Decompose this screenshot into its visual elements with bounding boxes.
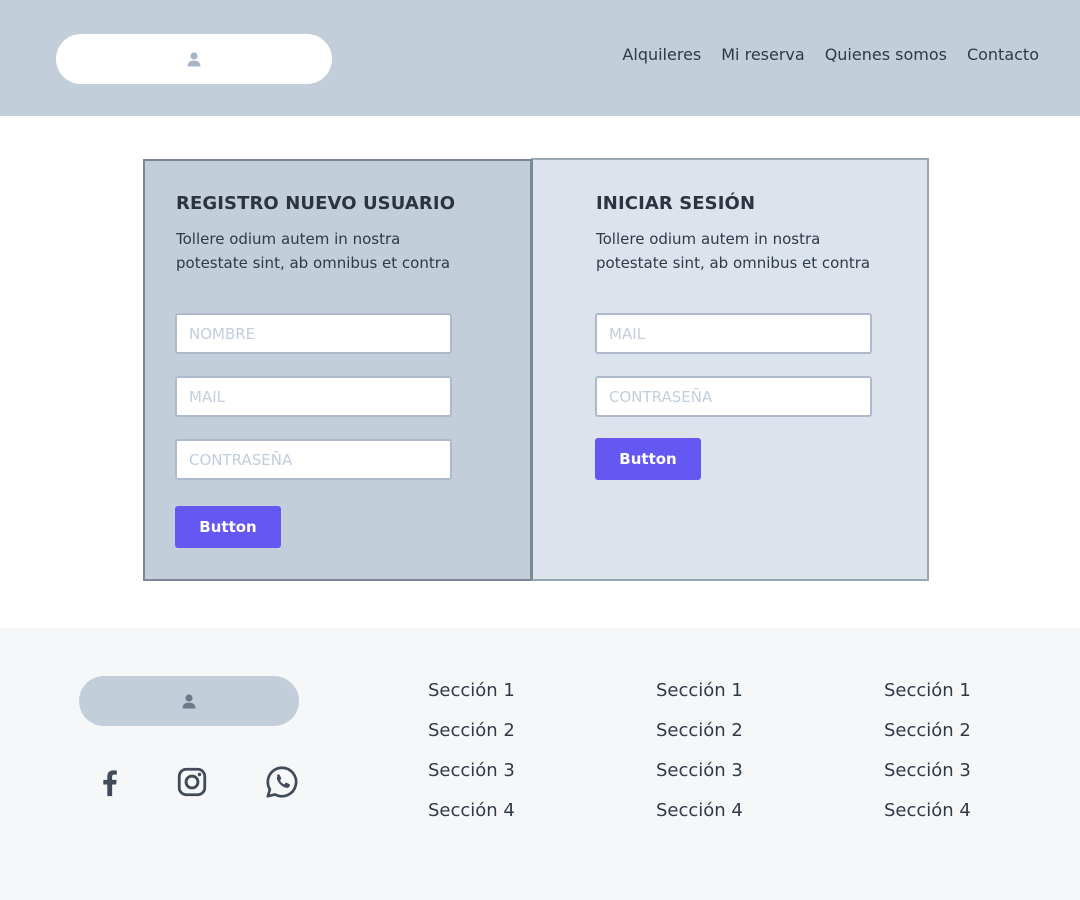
nav-quienes-somos[interactable]: Quienes somos	[825, 44, 947, 66]
footer-link[interactable]: Sección 1	[884, 678, 971, 704]
user-icon	[187, 52, 201, 67]
login-password-input[interactable]	[595, 376, 872, 417]
register-title: REGISTRO NUEVO USUARIO	[176, 193, 456, 214]
login-button[interactable]: Button	[595, 438, 701, 480]
instagram-icon	[177, 767, 207, 797]
footer-column-3: Sección 1 Sección 2 Sección 3 Sección 4	[884, 678, 971, 824]
whatsapp-link[interactable]	[264, 764, 300, 800]
facebook-icon	[103, 770, 117, 797]
footer-link[interactable]: Sección 3	[656, 758, 743, 784]
footer-column-1: Sección 1 Sección 2 Sección 3 Sección 4	[428, 678, 515, 824]
register-password-input[interactable]	[175, 439, 452, 480]
whatsapp-icon	[266, 766, 298, 798]
register-button[interactable]: Button	[175, 506, 281, 548]
register-description: Tollere odium autem in nostra potestate …	[176, 230, 451, 272]
footer-link[interactable]: Sección 3	[428, 758, 515, 784]
header: Alquileres Mi reserva Quienes somos Cont…	[0, 0, 1080, 116]
main-nav: Alquileres Mi reserva Quienes somos Cont…	[622, 44, 1039, 66]
footer-link[interactable]: Sección 2	[884, 718, 971, 744]
footer-link[interactable]: Sección 1	[428, 678, 515, 704]
footer-column-2: Sección 1 Sección 2 Sección 3 Sección 4	[656, 678, 743, 824]
footer-link[interactable]: Sección 1	[656, 678, 743, 704]
footer-link[interactable]: Sección 4	[884, 798, 971, 824]
instagram-link[interactable]	[174, 764, 210, 800]
footer: Sección 1 Sección 2 Sección 3 Sección 4 …	[0, 628, 1080, 900]
nav-mi-reserva[interactable]: Mi reserva	[721, 44, 804, 66]
register-name-input[interactable]	[175, 313, 452, 354]
footer-link[interactable]: Sección 2	[656, 718, 743, 744]
register-mail-input[interactable]	[175, 376, 452, 417]
login-panel: INICIAR SESIÓN Tollere odium autem in no…	[531, 158, 929, 581]
footer-logo[interactable]	[79, 676, 299, 726]
footer-link[interactable]: Sección 4	[428, 798, 515, 824]
user-icon	[182, 694, 196, 709]
register-panel: REGISTRO NUEVO USUARIO Tollere odium aut…	[143, 159, 532, 581]
footer-link[interactable]: Sección 2	[428, 718, 515, 744]
facebook-link[interactable]	[92, 764, 128, 800]
login-mail-input[interactable]	[595, 313, 872, 354]
nav-contacto[interactable]: Contacto	[967, 44, 1039, 66]
footer-link[interactable]: Sección 3	[884, 758, 971, 784]
login-description: Tollere odium autem in nostra potestate …	[596, 230, 871, 272]
nav-alquileres[interactable]: Alquileres	[622, 44, 701, 66]
logo[interactable]	[56, 34, 332, 84]
footer-link[interactable]: Sección 4	[656, 798, 743, 824]
login-title: INICIAR SESIÓN	[596, 193, 756, 214]
